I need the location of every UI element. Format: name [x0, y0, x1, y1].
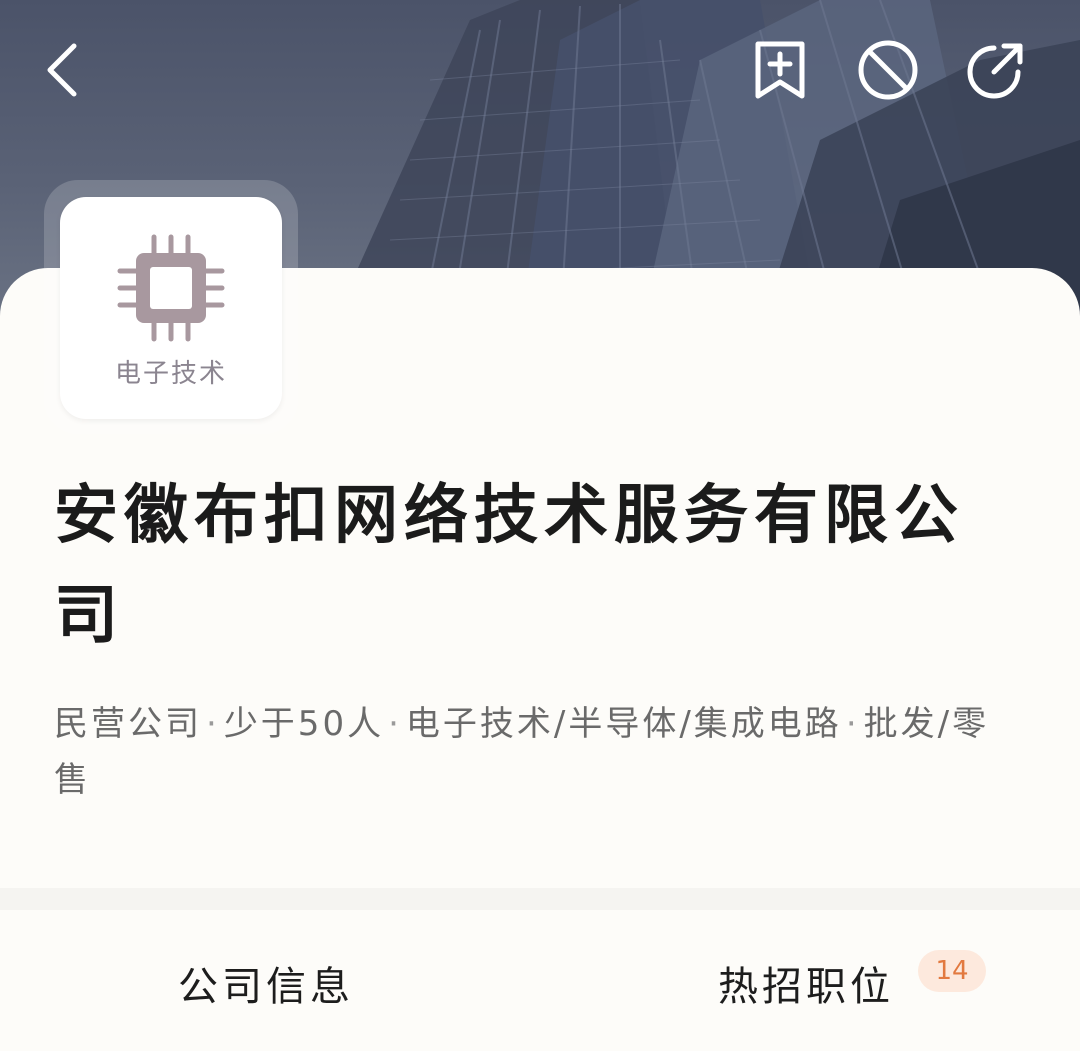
- company-size: 少于50人: [223, 704, 385, 744]
- block-icon: [858, 40, 918, 100]
- chip-icon: [117, 234, 225, 342]
- logo-label: 电子技术: [114, 359, 227, 389]
- company-logo: 电子技术: [60, 197, 282, 419]
- bookmark-plus-icon: [755, 41, 805, 99]
- hot-jobs-count-badge: 14: [918, 950, 986, 992]
- company-type: 民营公司: [54, 704, 202, 744]
- company-industry: 电子技术/半导体/集成电路: [405, 704, 842, 744]
- block-button[interactable]: [852, 34, 924, 106]
- share-icon: [967, 43, 1023, 99]
- back-button[interactable]: [26, 34, 98, 106]
- tag-separator: ·: [845, 704, 860, 744]
- company-tags: 民营公司 · 少于50人 · 电子技术/半导体/集成电路 · 批发/零售: [54, 696, 1014, 808]
- share-button[interactable]: [960, 34, 1032, 106]
- company-name: 安徽布扣网络技术服务有限公司: [54, 479, 964, 653]
- chevron-left-icon: [47, 43, 77, 97]
- bookmark-button[interactable]: [744, 34, 816, 106]
- tag-separator: ·: [388, 704, 402, 744]
- tag-separator: ·: [206, 704, 220, 744]
- tab-company-info[interactable]: 公司信息: [178, 955, 354, 1019]
- tab-hot-jobs[interactable]: 热招职位: [718, 955, 894, 1019]
- section-divider: [0, 888, 1080, 910]
